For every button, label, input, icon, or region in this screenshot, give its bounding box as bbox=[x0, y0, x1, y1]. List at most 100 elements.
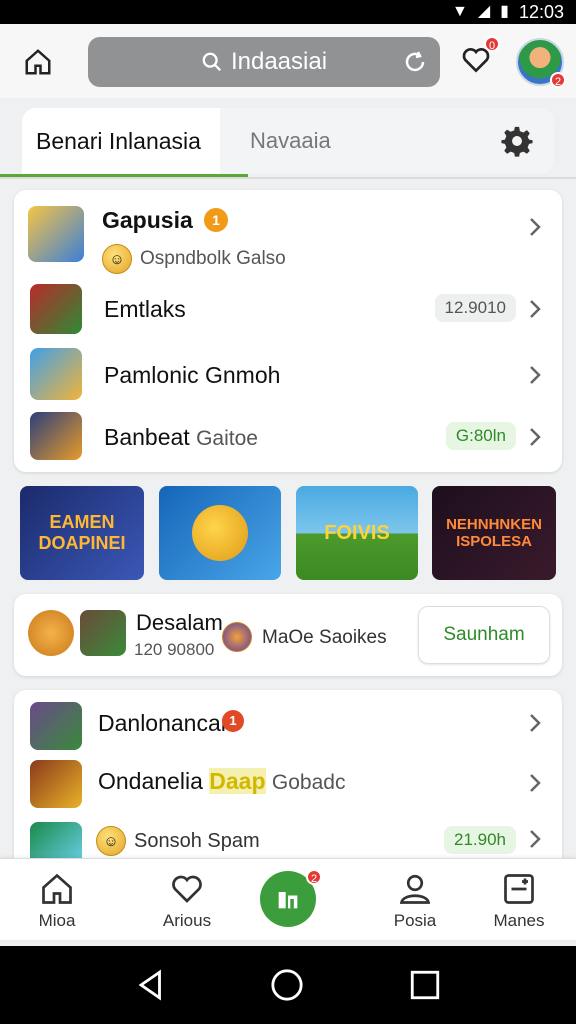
nav-manage[interactable]: Manes bbox=[474, 871, 564, 931]
games-list-card: Gapusia 1 ☺ Ospndbolk Galso Emtlaks 12.9… bbox=[14, 190, 562, 472]
item-value: 21.90h bbox=[444, 826, 516, 854]
center-action-badge: 2 bbox=[306, 869, 322, 885]
chevron-right-icon bbox=[530, 830, 541, 848]
tab-active[interactable]: Benari Inlanasia bbox=[22, 108, 220, 174]
nav-label: Posia bbox=[393, 911, 437, 930]
app-icon bbox=[30, 760, 82, 808]
item-title: Banbeat Gaitoe bbox=[104, 424, 258, 451]
tab-secondary[interactable]: Navaaia bbox=[250, 108, 331, 174]
chevron-right-icon bbox=[530, 300, 541, 318]
app-icon bbox=[30, 284, 82, 334]
item-title: Ondanelia Daap Gobadc bbox=[98, 768, 345, 795]
item-highlight: Daap bbox=[209, 768, 266, 794]
item-title: Emtlaks bbox=[104, 296, 186, 322]
app-header: Indaasiai 0 2 bbox=[0, 24, 576, 98]
home-icon bbox=[25, 49, 51, 75]
chevron-right-icon bbox=[530, 218, 541, 236]
item-title: Danlonancan bbox=[98, 710, 234, 736]
home-icon bbox=[42, 873, 72, 904]
home-button[interactable] bbox=[20, 44, 56, 80]
banner-text: NEHNHNKEN ISPOLESA bbox=[446, 516, 542, 550]
refresh-icon bbox=[405, 51, 425, 72]
item-title: Gapusia bbox=[102, 207, 193, 233]
item-value: 12.9010 bbox=[434, 294, 516, 322]
item-badge: 1 bbox=[204, 208, 228, 232]
center-action-button[interactable]: 2 bbox=[260, 869, 322, 927]
person-icon bbox=[399, 874, 431, 904]
item-title: Sonsoh Spam bbox=[134, 830, 260, 852]
avatar[interactable]: 2 bbox=[516, 38, 566, 88]
item-value: G:80ln bbox=[445, 422, 516, 450]
recents-icon[interactable] bbox=[408, 968, 442, 1002]
banner-card[interactable] bbox=[159, 486, 281, 580]
list-item[interactable]: Banbeat Gaitoe G:80ln bbox=[14, 406, 562, 472]
list-item[interactable]: Ondanelia Daap Gobadc bbox=[14, 754, 562, 812]
status-bar: ▼ ◢ ▮ 12:03 bbox=[0, 0, 576, 24]
home-circle-icon[interactable] bbox=[270, 968, 304, 1002]
favorites-badge: 0 bbox=[484, 36, 500, 52]
coin-icon: ☺ bbox=[102, 244, 132, 274]
tab-divider bbox=[0, 177, 576, 179]
signal-icon: ◢ bbox=[477, 3, 491, 20]
nav-profile[interactable]: Posia bbox=[370, 871, 460, 931]
item-title-main: Ondanelia bbox=[98, 768, 203, 794]
battery-icon: ▮ bbox=[500, 3, 509, 20]
back-icon[interactable] bbox=[134, 968, 168, 1002]
banner-text: FOIVIS bbox=[324, 521, 390, 544]
mascot-icon bbox=[192, 505, 248, 561]
list-item[interactable]: Emtlaks 12.9010 bbox=[14, 276, 562, 340]
search-bar[interactable]: Indaasiai bbox=[88, 37, 440, 87]
app-icon bbox=[80, 610, 126, 656]
promo-card: Desalam 120 90800 MaOe Saoikes Saunham bbox=[14, 594, 562, 676]
promo-button[interactable]: Saunham bbox=[418, 606, 550, 664]
banner-card[interactable]: FOIVIS bbox=[296, 486, 418, 580]
nav-home[interactable]: Mioa bbox=[12, 871, 102, 931]
bottom-navigation: Mioa Arious 2 Posia Manes bbox=[0, 858, 576, 940]
promo-subtitle: 120 90800 bbox=[134, 640, 215, 659]
app-icon bbox=[30, 702, 82, 750]
calculator-icon bbox=[504, 874, 534, 904]
system-navigation-bar bbox=[0, 946, 576, 1024]
banner-card[interactable]: EAMEN DOAPINEI bbox=[20, 486, 144, 580]
settings-button[interactable] bbox=[500, 124, 534, 158]
item-title-suffix: Gobadc bbox=[271, 771, 346, 794]
games-list-card-2: Danlonancan 1 Ondanelia Daap Gobadc ☺ So… bbox=[14, 690, 562, 870]
refresh-button[interactable] bbox=[402, 49, 428, 75]
item-title-main: Banbeat bbox=[104, 424, 190, 450]
item-badge: 1 bbox=[222, 710, 244, 732]
banner-card[interactable]: NEHNHNKEN ISPOLESA bbox=[432, 486, 556, 580]
avatar-badge: 2 bbox=[550, 72, 566, 88]
item-title-suffix: Gaitoe bbox=[196, 427, 258, 450]
promo-title: Desalam bbox=[136, 610, 223, 635]
search-icon bbox=[202, 52, 222, 72]
chevron-right-icon bbox=[530, 714, 541, 732]
nav-label: Arious bbox=[162, 911, 212, 930]
chevron-right-icon bbox=[530, 428, 541, 446]
chevron-right-icon bbox=[530, 774, 541, 792]
nav-label: Manes bbox=[493, 911, 545, 930]
favorites-button[interactable]: 0 bbox=[460, 36, 500, 78]
promo-mid-text: MaOe Saoikes bbox=[262, 627, 387, 648]
banner-text: EAMEN DOAPINEI bbox=[38, 512, 126, 553]
wifi-icon: ▼ bbox=[451, 3, 468, 20]
nav-favorites[interactable]: Arious bbox=[142, 871, 232, 931]
list-item[interactable]: Gapusia 1 ☺ Ospndbolk Galso bbox=[14, 190, 562, 274]
coin-icon bbox=[222, 622, 252, 652]
app-icon bbox=[30, 412, 82, 460]
list-item[interactable]: Danlonancan 1 bbox=[14, 690, 562, 752]
gear-icon bbox=[501, 126, 533, 157]
coin-icon: ☺ bbox=[96, 826, 126, 856]
app-icon bbox=[28, 206, 84, 262]
app-icon bbox=[28, 610, 74, 656]
tab-indicator bbox=[0, 174, 248, 177]
item-subtitle: Ospndbolk Galso bbox=[140, 248, 286, 269]
nav-label: Mioa bbox=[38, 911, 76, 930]
app-icon bbox=[30, 348, 82, 400]
tab-bar: Benari Inlanasia Navaaia bbox=[22, 108, 554, 174]
item-title: Pamlonic Gnmoh bbox=[104, 362, 281, 388]
chevron-right-icon bbox=[530, 366, 541, 384]
status-time: 12:03 bbox=[518, 1, 564, 22]
search-text: Indaasiai bbox=[230, 48, 328, 75]
list-item[interactable]: Pamlonic Gnmoh bbox=[14, 342, 562, 406]
heart-icon bbox=[172, 875, 202, 903]
